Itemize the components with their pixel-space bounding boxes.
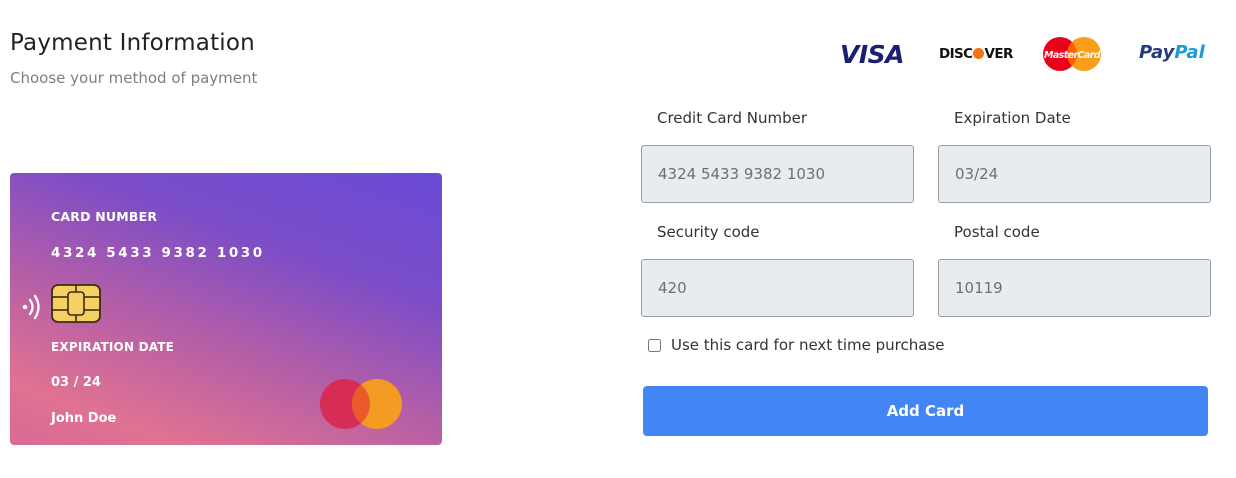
visa-logo: VISA	[840, 40, 905, 69]
mastercard-brand-logo: MasterCard	[1043, 37, 1101, 71]
card-expiration-label: EXPIRATION DATE	[51, 340, 175, 354]
security-code-field-label: Security code	[657, 223, 760, 241]
card-preview: CARD NUMBER 4324 5433 9382 1030 EXPIRATI…	[10, 173, 442, 445]
expiration-input[interactable]	[938, 145, 1211, 203]
save-card-label: Use this card for next time purchase	[671, 336, 945, 354]
expiration-field-label: Expiration Date	[954, 109, 1071, 127]
card-number-field-label: Credit Card Number	[657, 109, 807, 127]
card-number-input[interactable]	[641, 145, 914, 203]
add-card-button[interactable]: Add Card	[643, 386, 1208, 436]
contactless-icon	[22, 294, 40, 320]
paypal-logo: PayPal	[1139, 42, 1205, 63]
payment-brand-logos: VISA DISC VER MasterCard PayPal	[838, 36, 1218, 72]
card-holder-name: John Doe	[51, 411, 117, 426]
card-number-value: 4324 5433 9382 1030	[51, 245, 265, 261]
postal-code-field-label: Postal code	[954, 223, 1040, 241]
postal-code-input[interactable]	[938, 259, 1211, 317]
page-subtitle: Choose your method of payment	[10, 69, 258, 87]
card-expiration-value: 03 / 24	[51, 375, 101, 390]
security-code-input[interactable]	[641, 259, 914, 317]
mastercard-logo-icon	[320, 379, 402, 429]
card-chip-icon	[51, 284, 101, 323]
save-card-option[interactable]: Use this card for next time purchase	[648, 336, 944, 354]
card-number-label: CARD NUMBER	[51, 209, 158, 224]
page-title: Payment Information	[10, 30, 255, 56]
discover-logo: DISC VER	[939, 46, 1013, 62]
svg-text:MasterCard: MasterCard	[1044, 50, 1101, 61]
save-card-checkbox[interactable]	[648, 338, 661, 352]
